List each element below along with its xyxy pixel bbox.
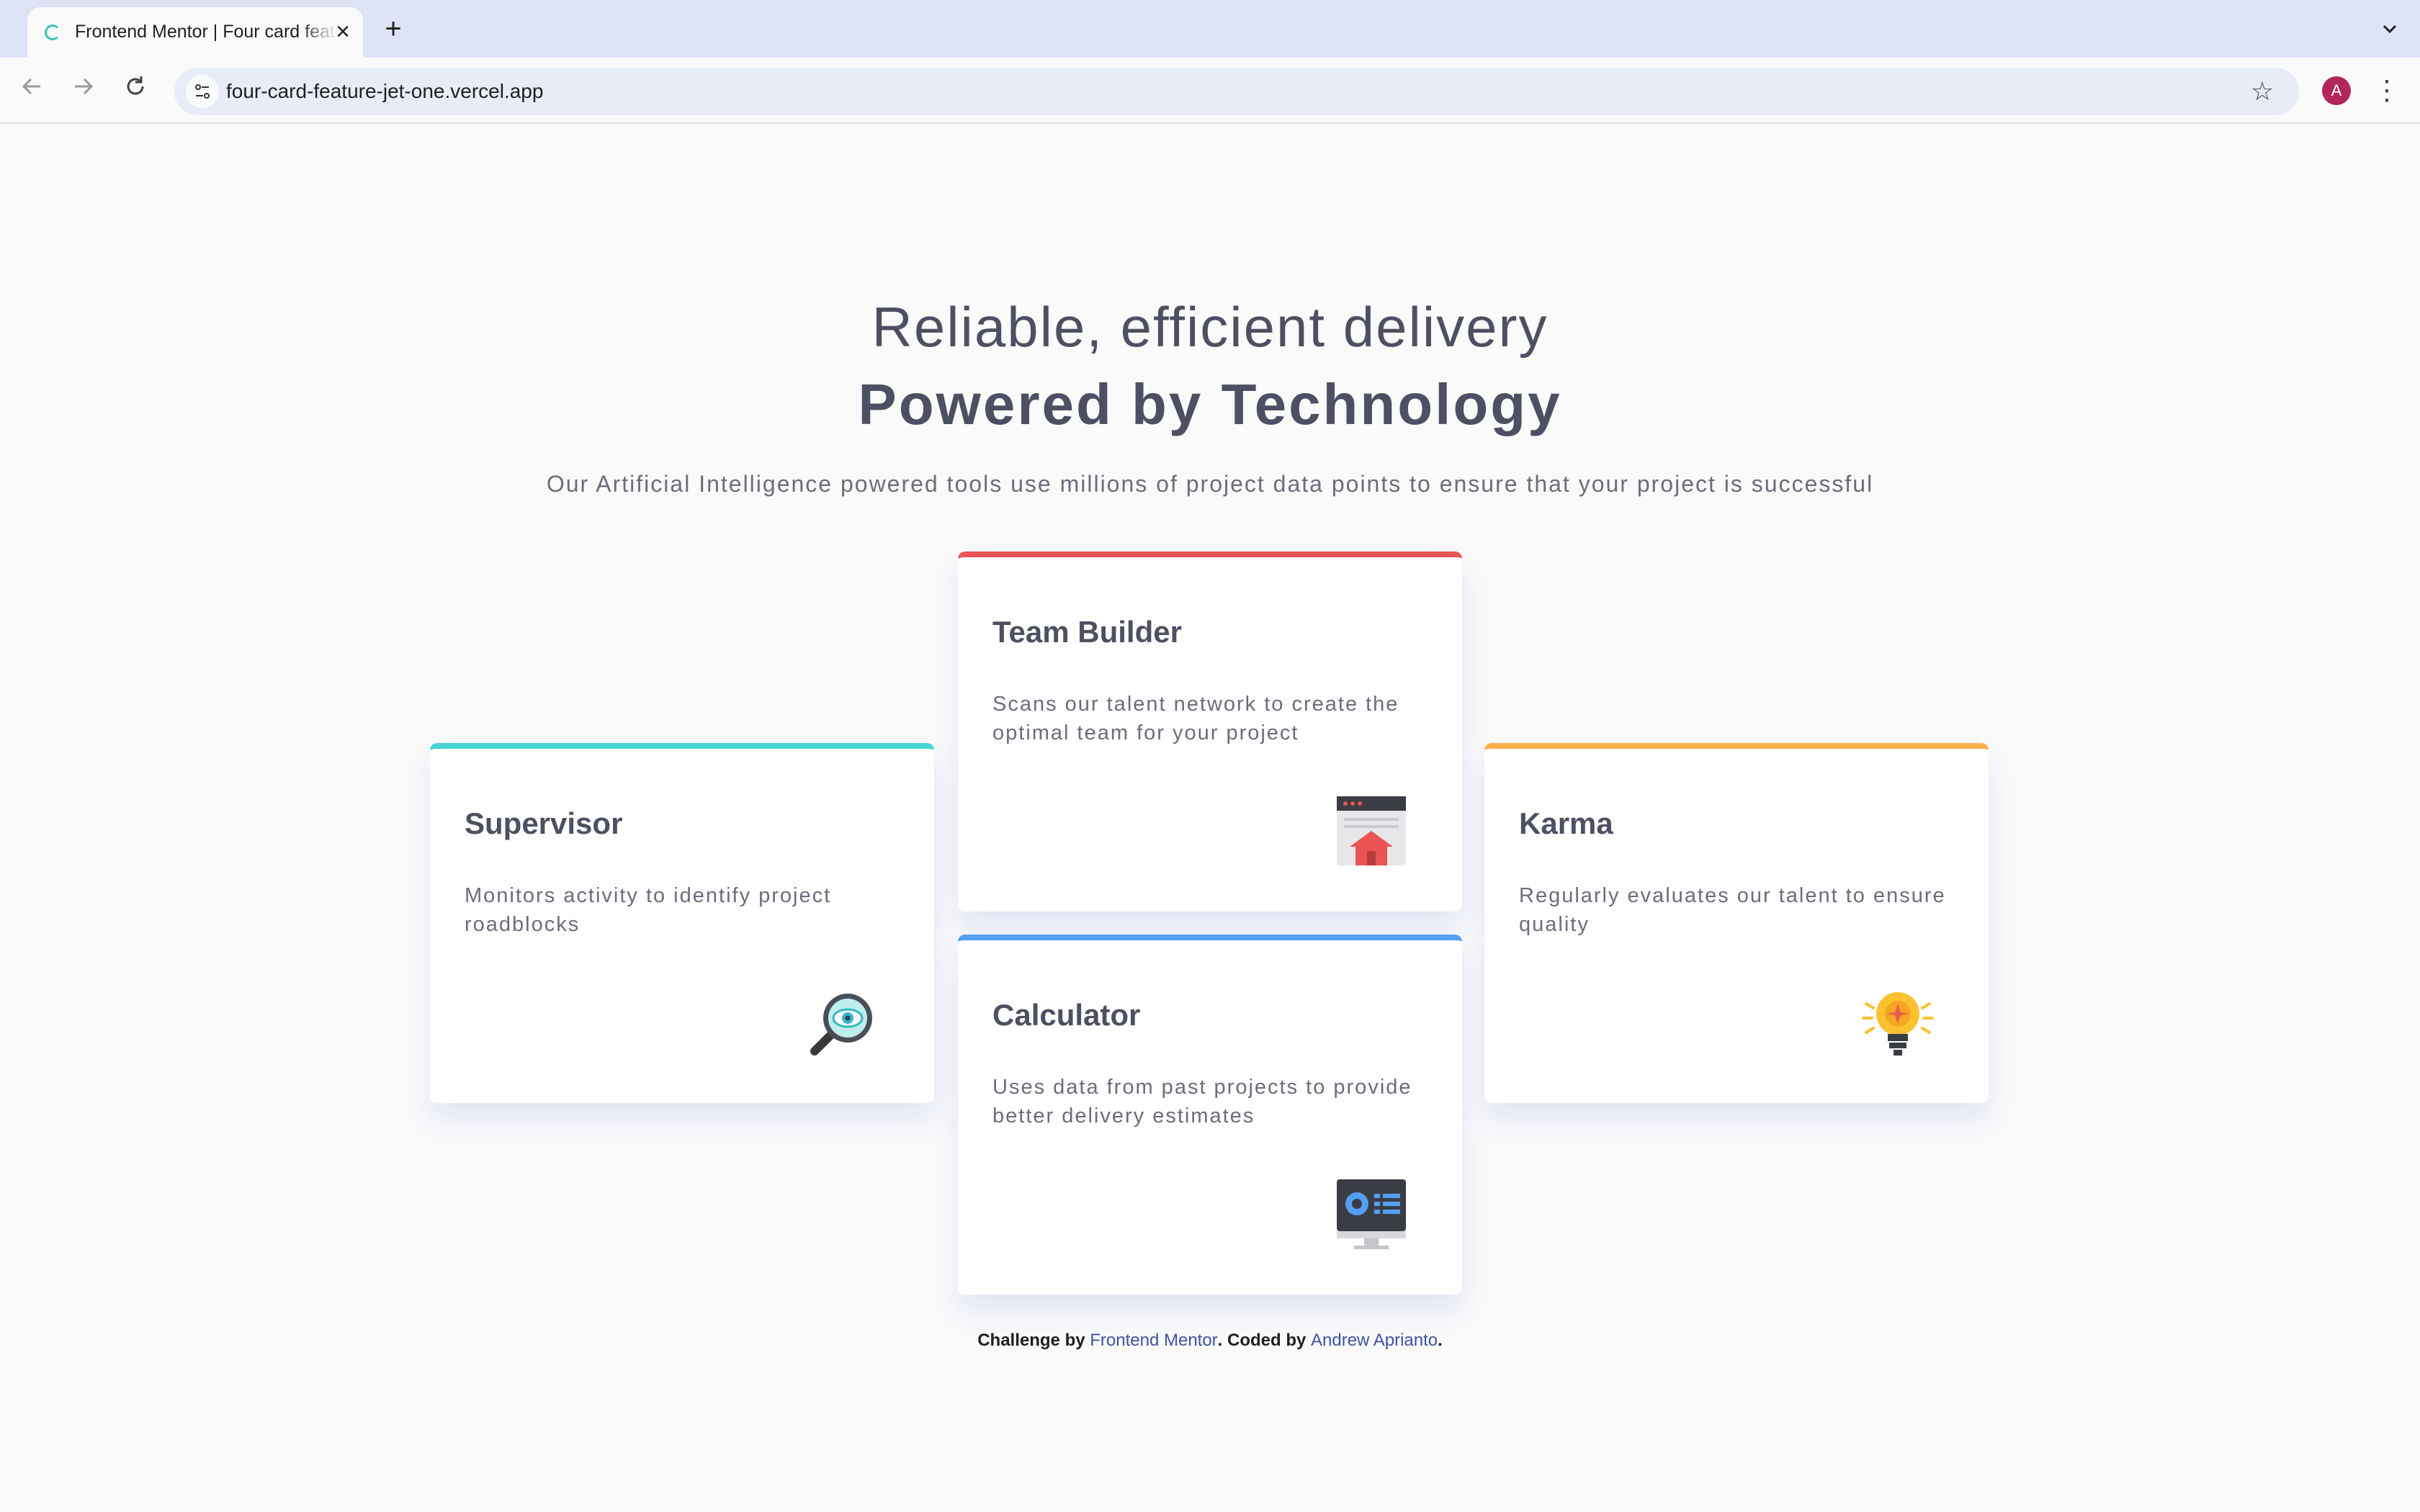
tab-search-button[interactable] <box>2374 13 2406 45</box>
attribution-footer: Challenge by Frontend Mentor. Coded by A… <box>0 1328 2420 1354</box>
footer-middle: . Coded by <box>1217 1331 1307 1350</box>
tab-title: Frontend Mentor | Four card feature sect… <box>75 22 334 42</box>
card-description: Scans our talent network to create the o… <box>992 693 1399 744</box>
forward-arrow-icon <box>75 78 94 95</box>
lightbulb-icon <box>1862 992 1934 1056</box>
card-supervisor: Supervisor Monitors activity to identify… <box>430 743 934 1103</box>
chevron-down-icon <box>2383 24 2397 34</box>
site-favicon-icon <box>45 24 60 40</box>
url-text: four-card-feature-jet-one.vercel.app <box>226 80 544 102</box>
card-calculator: Calculator Uses data from past projects … <box>958 935 1462 1295</box>
back-button[interactable] <box>13 72 50 109</box>
forward-button[interactable] <box>65 72 102 109</box>
address-bar[interactable]: four-card-feature-jet-one.vercel.app ☆ <box>174 68 2299 115</box>
card-title: Karma <box>1519 806 1613 840</box>
card-karma: Karma Regularly evaluates our talent to … <box>1484 743 1989 1103</box>
card-title: Team Builder <box>992 615 1182 649</box>
bookmark-star-icon[interactable]: ☆ <box>2244 73 2280 109</box>
site-info-icon[interactable] <box>186 75 219 108</box>
card-title: Supervisor <box>465 806 623 840</box>
card-team-builder: Team Builder Scans our talent network to… <box>958 552 1462 912</box>
magnifier-eye-icon <box>810 994 872 1056</box>
reload-button[interactable] <box>117 72 154 109</box>
new-tab-button[interactable]: + <box>377 13 409 45</box>
tab-close-icon[interactable]: × <box>328 17 357 46</box>
author-link[interactable]: Andrew Aprianto <box>1311 1331 1438 1350</box>
card-description: Regularly evaluates our talent to ensure… <box>1519 884 1946 936</box>
footer-suffix: . <box>1438 1331 1443 1350</box>
intro-text: Our Artificial Intelligence powered tool… <box>546 471 1874 497</box>
tab-strip: Frontend Mentor | Four card feature sect… <box>0 0 2420 58</box>
page-heading-light: Reliable, efficient delivery <box>871 295 1549 359</box>
profile-avatar[interactable]: A <box>2322 76 2351 105</box>
card-description: Uses data from past projects to provide … <box>992 1076 1412 1128</box>
page-heading-bold: Powered by Technology <box>858 372 1562 436</box>
browser-toolbar: four-card-feature-jet-one.vercel.app ☆ A… <box>0 58 2420 124</box>
back-arrow-icon <box>22 78 40 95</box>
browser-menu-button[interactable]: ⋮ <box>2372 72 2401 109</box>
card-description: Monitors activity to identify project ro… <box>465 884 832 936</box>
footer-prefix: Challenge by <box>977 1331 1085 1350</box>
frontend-mentor-link[interactable]: Frontend Mentor <box>1090 1331 1217 1350</box>
active-tab[interactable]: Frontend Mentor | Four card feature sect… <box>27 7 363 58</box>
team-builder-icon <box>1337 796 1406 865</box>
reload-icon <box>127 76 144 95</box>
card-title: Calculator <box>992 998 1141 1032</box>
calculator-monitor-icon <box>1337 1179 1406 1249</box>
